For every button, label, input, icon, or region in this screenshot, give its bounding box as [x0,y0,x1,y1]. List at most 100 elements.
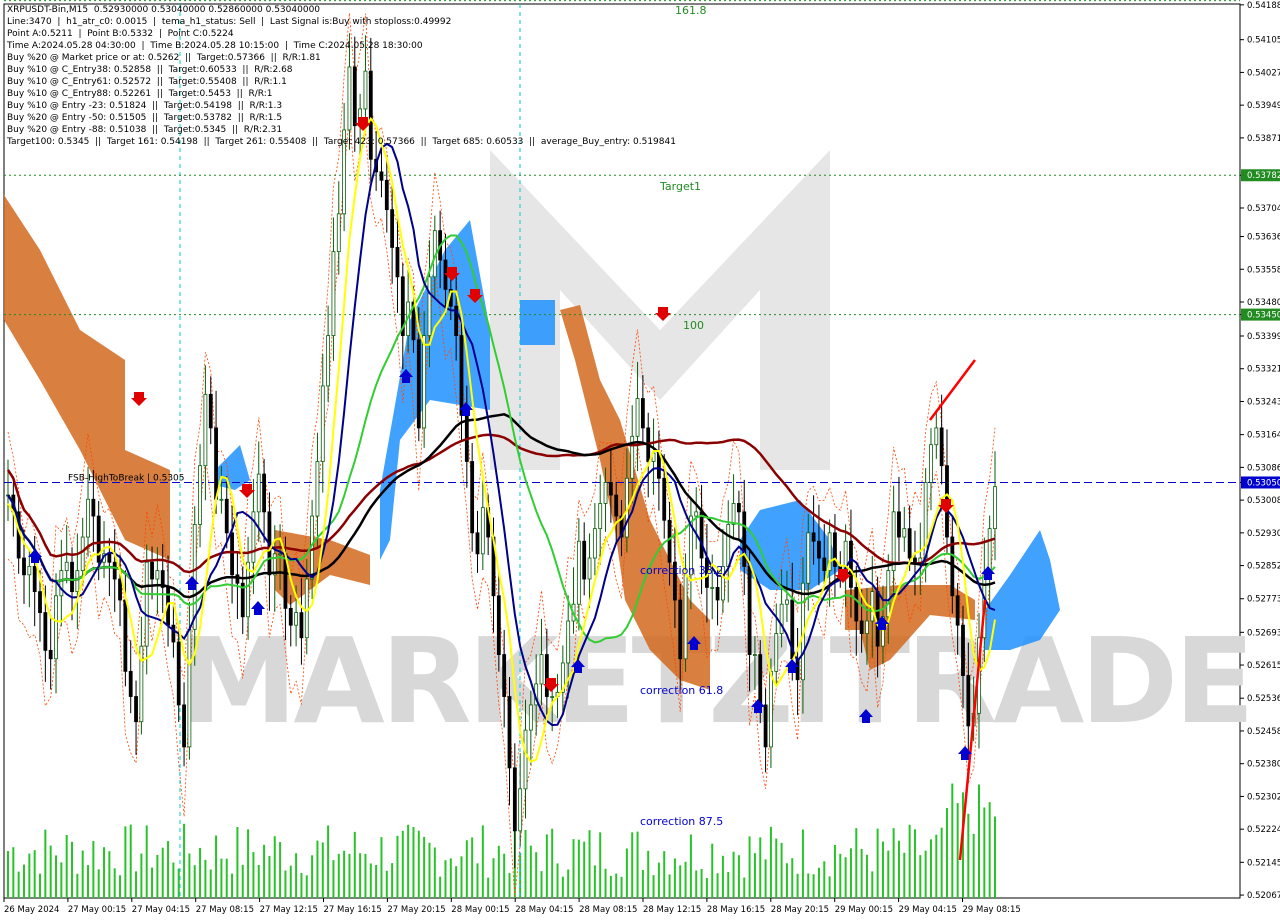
y-tick-label: 0.54188 [1247,1,1280,11]
y-tick-label: 0.53558 [1247,265,1280,275]
volume-bar [876,828,879,898]
candle-body [667,519,672,563]
volume-bar [199,847,202,898]
level-label: 100 [683,319,704,332]
y-tick-label: 0.53243 [1247,397,1280,407]
volume-bar [220,858,223,898]
volume-bar [327,825,330,898]
volume-bar [775,838,778,898]
y-tick-label: 0.53636 [1247,233,1280,243]
candle-body [32,566,37,593]
volume-bar [172,862,175,898]
volume-bar [167,841,170,898]
volume-bar [519,852,522,898]
volume-bar [364,853,367,898]
info-line: Buy %20 @ Entry -88: 0.51038 || Target:0… [7,125,283,135]
candle-body [934,427,939,446]
volume-bar [732,851,735,898]
volume-bar [839,853,842,898]
candle-body [806,532,811,584]
correction-label: correction 61.8 [640,684,723,697]
candle-body [80,536,85,572]
candle-body [182,704,186,748]
volume-bar [700,868,703,898]
candle-body [726,524,731,567]
volume-bar [844,857,847,898]
volume-bar [423,836,426,898]
volume-bar [791,858,794,898]
volume-bar [812,874,815,898]
volume-bar [481,825,484,898]
volume-bar [673,858,676,898]
candle-body [320,385,325,462]
volume-bar [524,830,527,898]
candle-body [107,553,112,563]
volume-bar [417,830,420,898]
volume-bar [65,835,68,898]
volume-bar [193,865,196,898]
volume-bar [684,861,687,898]
info-line: Buy %20 @ Market price or at: 0.5262 || … [7,53,321,63]
info-line: Target100: 0.5345 || Target 161: 0.54198… [7,137,676,147]
volume-bar [663,851,666,898]
volume-bar [631,832,634,898]
y-tick-label: 0.52615 [1247,661,1280,671]
y-tick-label: 0.52693 [1247,628,1280,638]
volume-bar [705,877,708,898]
volume-bar [257,865,260,898]
candle-body [22,557,26,576]
candle-body [785,599,789,605]
y-tick-label: 0.52224 [1247,825,1280,835]
candle-body [753,654,757,656]
volume-bar [460,856,463,898]
y-tick-label: 0.52380 [1247,760,1280,770]
candle-body [208,393,213,429]
x-tick-label: 28 May 00:15 [451,905,509,915]
volume-bar [140,853,143,898]
info-line: Buy %10 @ C_Entry38: 0.52858 || Target:0… [7,65,293,75]
candle-body [64,561,69,572]
x-tick-label: 29 May 04:15 [899,905,957,915]
volume-bar [604,868,607,898]
volume-bar [55,855,58,898]
volume-bar [215,835,218,898]
volume-bar [87,865,90,898]
volume-bar [833,844,836,898]
volume-bar [657,862,660,898]
volume-bar [860,848,863,898]
volume-bar [567,869,570,898]
volume-bar [817,867,820,898]
volume-bar [97,869,100,898]
candle-body [144,561,149,647]
volume-bar [919,855,922,898]
volume-bar [236,827,239,898]
volume-bar [748,836,751,898]
volume-bar [545,834,548,898]
y-tick-label: 0.52458 [1247,727,1280,737]
volume-bar [865,854,868,898]
candle-body [230,532,234,576]
candle-body [859,620,864,634]
volume-bar [636,831,639,898]
x-tick-label: 27 May 12:15 [260,905,318,915]
volume-bar [12,847,15,898]
candle-body [961,624,965,676]
volume-bar [689,834,692,898]
y-tick-label: 0.53782 [1247,171,1280,181]
candle-body [907,528,912,559]
volume-bar [647,850,650,898]
volume-bar [385,870,388,898]
candle-body [939,427,944,467]
volume-bar [407,824,410,898]
y-tick-label: 0.53086 [1247,463,1280,473]
candle-body [91,498,96,517]
candle-body [384,179,389,211]
volume-bar [311,855,314,898]
volume-bar [33,850,36,898]
candle-body [811,532,816,542]
candle-body [763,704,768,748]
volume-bar [753,853,756,898]
volume-bar [652,875,655,898]
x-tick-label: 29 May 00:15 [835,905,893,915]
candle-body [278,553,282,556]
